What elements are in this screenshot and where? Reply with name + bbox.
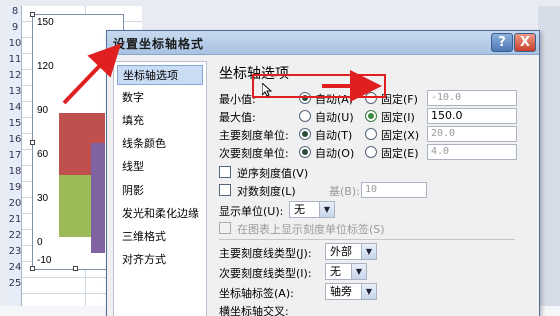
row-number[interactable]: 13 <box>8 86 22 97</box>
bar-segment-green[interactable] <box>59 175 91 237</box>
display-units-value: 无 <box>294 203 305 216</box>
row-number[interactable]: 16 <box>8 134 22 145</box>
major-unit-auto-radio[interactable] <box>299 128 311 140</box>
chevron-down-icon[interactable]: ▼ <box>319 202 334 217</box>
y-tick-label: 150 <box>37 17 54 28</box>
resize-handle[interactable] <box>30 140 35 145</box>
nav-glow-soft-edges[interactable]: 发光和柔化边缘 <box>117 204 203 224</box>
help-button[interactable]: ? <box>491 33 513 52</box>
axis-labels-value: 轴旁 <box>330 285 352 298</box>
major-unit-auto-label[interactable]: 自动(T) <box>315 127 352 143</box>
row-number[interactable]: 17 <box>8 150 22 161</box>
dialog-title: 设置坐标轴格式 <box>113 37 205 51</box>
dialog-titlebar[interactable]: 设置坐标轴格式 ? X <box>107 31 539 55</box>
row-number[interactable]: 25 <box>8 278 22 289</box>
max-label: 最大值: <box>219 111 256 124</box>
y-tick-label: 90 <box>37 105 49 116</box>
highlight-box <box>252 74 386 98</box>
show-units-checkbox[interactable] <box>219 222 231 234</box>
row-number[interactable]: 14 <box>8 102 22 113</box>
display-units-label: 显示单位(U): <box>219 205 284 218</box>
minor-tick-value: 无 <box>330 265 341 278</box>
row-headers: 8 9 10 11 12 13 14 15 16 17 18 19 20 21 … <box>8 6 22 308</box>
max-auto-label[interactable]: 自动(U) <box>315 109 354 125</box>
nav-alignment[interactable]: 对齐方式 <box>117 250 203 270</box>
minor-unit-label: 次要刻度单位: <box>219 147 289 160</box>
nav-axis-options[interactable]: 坐标轴选项 <box>117 65 203 85</box>
log-base-label: 基(B): <box>329 185 360 198</box>
close-button[interactable]: X <box>514 33 536 52</box>
show-units-label: 在图表上显示刻度单位标签(S) <box>237 223 385 236</box>
y-tick-label: 30 <box>37 193 49 204</box>
chevron-down-icon[interactable]: ▼ <box>361 244 376 259</box>
max-fixed-label[interactable]: 固定(I) <box>381 109 415 125</box>
nav-number[interactable]: 数字 <box>117 88 203 108</box>
axis-options-panel: 坐标轴选项 最小值: 自动(A) 固定(F) -10.0 最大值: 自动(U) … <box>215 61 535 316</box>
row-number[interactable]: 19 <box>8 182 22 193</box>
row-number[interactable]: 20 <box>8 198 22 209</box>
bar-segment-purple[interactable] <box>91 143 105 253</box>
category-list: 坐标轴选项 数字 填充 线条颜色 线型 阴影 发光和柔化边缘 三维格式 对齐方式 <box>113 61 207 316</box>
row-number[interactable]: 21 <box>8 214 22 225</box>
nav-line-color[interactable]: 线条颜色 <box>117 134 203 154</box>
y-tick-label: 60 <box>37 149 49 160</box>
row-number[interactable]: 18 <box>8 166 22 177</box>
row-number[interactable]: 8 <box>8 6 22 17</box>
window-edge <box>538 6 560 306</box>
nav-fill[interactable]: 填充 <box>117 111 203 131</box>
display-units-select[interactable]: 无 ▼ <box>289 201 335 218</box>
axis-labels-select[interactable]: 轴旁 ▼ <box>325 283 377 300</box>
resize-handle[interactable] <box>30 12 35 17</box>
mouse-cursor-icon <box>262 83 272 97</box>
major-tick-label: 主要刻度线类型(J): <box>219 247 312 260</box>
major-unit-fixed-radio[interactable] <box>365 128 377 140</box>
major-unit-label: 主要刻度单位: <box>219 129 289 142</box>
reverse-order-label[interactable]: 逆序刻度值(V) <box>237 165 308 181</box>
minor-unit-auto-label[interactable]: 自动(O) <box>315 145 354 161</box>
horizontal-cross-label: 横坐标轴交叉: <box>219 305 289 316</box>
divider <box>219 239 515 240</box>
log-scale-checkbox[interactable] <box>219 184 231 196</box>
row-number[interactable]: 10 <box>8 38 22 49</box>
row-number[interactable]: 24 <box>8 262 22 273</box>
row-number[interactable]: 12 <box>8 70 22 81</box>
format-axis-dialog: 设置坐标轴格式 ? X 坐标轴选项 数字 填充 线条颜色 线型 阴影 发光和柔化… <box>106 30 540 316</box>
y-tick-label: 120 <box>37 61 54 72</box>
minor-tick-label: 次要刻度线类型(I): <box>219 267 312 280</box>
minor-unit-field[interactable]: 4.0 <box>427 144 517 160</box>
row-number[interactable]: 15 <box>8 118 22 129</box>
min-value-field[interactable]: -10.0 <box>427 90 517 106</box>
major-tick-value: 外部 <box>330 245 352 258</box>
y-tick-label: -10 <box>37 255 52 266</box>
reverse-order-checkbox[interactable] <box>219 166 231 178</box>
chevron-down-icon[interactable]: ▼ <box>351 264 366 279</box>
max-fixed-radio[interactable] <box>365 110 377 122</box>
min-label: 最小值: <box>219 93 256 106</box>
major-unit-field[interactable]: 20.0 <box>427 126 517 142</box>
minor-tick-select[interactable]: 无 ▼ <box>325 263 367 280</box>
nav-line-style[interactable]: 线型 <box>117 157 203 177</box>
row-number[interactable]: 22 <box>8 230 22 241</box>
max-auto-radio[interactable] <box>299 110 311 122</box>
minor-unit-auto-radio[interactable] <box>299 146 311 158</box>
row-number[interactable]: 11 <box>8 54 22 65</box>
y-tick-label: 0 <box>37 237 43 248</box>
axis-labels-label: 坐标轴标签(A): <box>219 287 294 300</box>
log-scale-label[interactable]: 对数刻度(L) <box>237 183 296 199</box>
minor-unit-fixed-radio[interactable] <box>365 146 377 158</box>
resize-handle[interactable] <box>30 266 35 271</box>
log-base-field[interactable]: 10 <box>361 182 427 198</box>
major-unit-fixed-label[interactable]: 固定(X) <box>381 127 419 143</box>
row-number[interactable]: 9 <box>8 22 22 33</box>
row-number[interactable]: 23 <box>8 246 22 257</box>
major-tick-select[interactable]: 外部 ▼ <box>325 243 377 260</box>
resize-handle[interactable] <box>73 266 78 271</box>
minor-unit-fixed-label[interactable]: 固定(E) <box>381 145 419 161</box>
max-value-field[interactable]: 150.0 <box>427 108 517 124</box>
nav-3d-format[interactable]: 三维格式 <box>117 227 203 247</box>
chevron-down-icon[interactable]: ▼ <box>361 284 376 299</box>
min-fixed-label[interactable]: 固定(F) <box>381 91 418 107</box>
nav-shadow[interactable]: 阴影 <box>117 181 203 201</box>
